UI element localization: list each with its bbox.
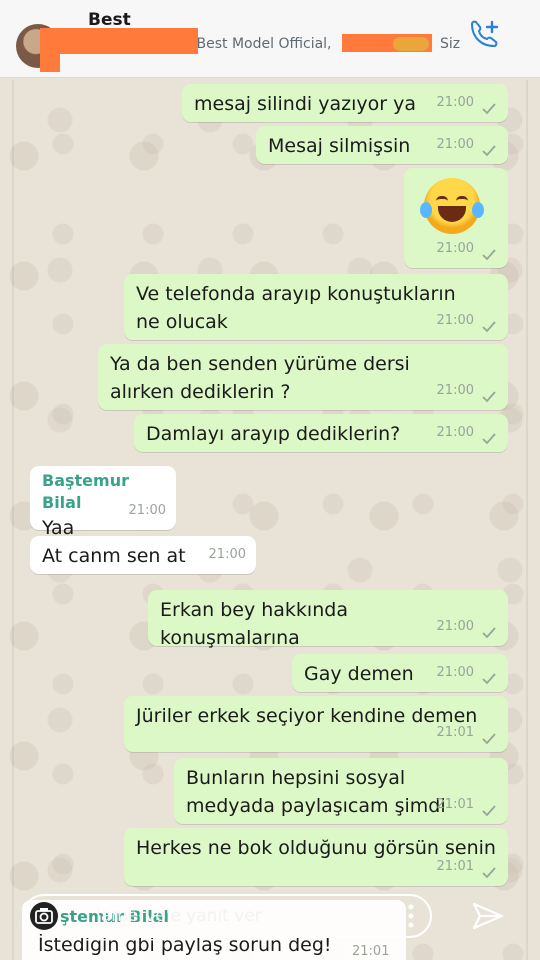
redaction-emoji-strip [393, 37, 429, 51]
add-call-icon[interactable] [466, 18, 502, 52]
message-incoming[interactable]: At canm sen at 21:00 [30, 536, 256, 574]
message-time: 21:01 [352, 944, 390, 959]
message-time: 21:00 [436, 665, 474, 680]
message-time: 21:00 [436, 95, 474, 110]
read-check-icon [482, 867, 496, 879]
participants-list: re Best Model Official, [178, 36, 332, 52]
message-text: mesaj silindi yazıyor ya [194, 93, 416, 115]
message-time: 21:00 [436, 425, 474, 440]
message-time: 21:01 [436, 859, 474, 874]
message-text: Ya da ben senden yürüme dersi alırken de… [110, 353, 410, 403]
read-check-icon [482, 673, 496, 685]
message-incoming[interactable]: Baştemur Bilal Yaa 21:00 [30, 466, 176, 539]
reply-placeholder: iamerve'e yanıt ver [96, 906, 262, 926]
message-outgoing[interactable]: Damlayı arayıp dediklerin? 21:00 [134, 414, 508, 452]
chat-header: Best re Best Model Official, Siz [0, 0, 540, 78]
read-check-icon [482, 433, 496, 445]
message-time: 21:00 [128, 503, 166, 518]
message-outgoing[interactable]: Bunların hepsini sosyal medyada paylaşıc… [174, 758, 508, 824]
read-check-icon [482, 627, 496, 639]
read-check-icon [482, 103, 496, 115]
message-text: Damlayı arayıp dediklerin? [146, 423, 401, 445]
message-time: 21:00 [436, 619, 474, 634]
message-outgoing[interactable]: Herkes ne bok olduğunu görsün senin 21:0… [124, 828, 508, 886]
message-time: 21:01 [436, 797, 474, 812]
message-time: 21:01 [436, 725, 474, 740]
chat-title[interactable]: Best [88, 10, 131, 30]
message-text: Jüriler erkek seçiyor kendine demen [136, 705, 478, 727]
frame-edge [526, 80, 528, 960]
message-text: Mesaj silmişsin [268, 135, 411, 157]
message-outgoing-emoji[interactable]: 21:00 [404, 168, 508, 268]
frame-edge [12, 80, 14, 960]
read-check-icon [482, 249, 496, 261]
message-outgoing[interactable]: Jüriler erkek seçiyor kendine demen 21:0… [124, 696, 508, 752]
face-with-tears-of-joy-icon [420, 178, 484, 234]
story-screenshot: Best re Best Model Official, Siz mesaj s… [0, 0, 540, 960]
message-outgoing[interactable]: Gay demen 21:00 [292, 654, 508, 692]
read-check-icon [482, 391, 496, 403]
message-time: 21:00 [436, 241, 474, 256]
message-time: 21:00 [436, 383, 474, 398]
read-check-icon [482, 805, 496, 817]
message-outgoing[interactable]: Erkan bey hakkında konuşmalarına 21:00 [148, 590, 508, 649]
more-vertical-icon[interactable] [404, 900, 418, 932]
read-check-icon [482, 145, 496, 157]
redaction-box [40, 50, 60, 72]
message-text: At canm sen at [42, 545, 186, 567]
message-text: Bunların hepsini sosyal medyada paylaşıc… [186, 767, 446, 817]
read-check-icon [482, 733, 496, 745]
send-icon[interactable] [470, 898, 506, 934]
message-time: 21:00 [436, 313, 474, 328]
message-outgoing[interactable]: Ya da ben senden yürüme dersi alırken de… [98, 344, 508, 410]
message-outgoing[interactable]: Ve telefonda arayıp konuştukların ne olu… [124, 274, 508, 340]
message-outgoing[interactable]: Mesaj silmişsin 21:00 [256, 126, 508, 164]
message-time: 21:00 [436, 137, 474, 152]
camera-icon[interactable] [28, 900, 60, 932]
read-check-icon [482, 321, 496, 333]
message-text: Gay demen [304, 663, 414, 685]
message-outgoing[interactable]: mesaj silindi yazıyor ya 21:00 [182, 84, 508, 122]
redaction-box [40, 28, 198, 54]
participants-you: Siz [440, 36, 461, 52]
message-text: Erkan bey hakkında konuşmalarına [160, 599, 348, 649]
message-text: Ve telefonda arayıp konuştukların ne olu… [136, 283, 456, 333]
message-time: 21:00 [208, 547, 246, 562]
